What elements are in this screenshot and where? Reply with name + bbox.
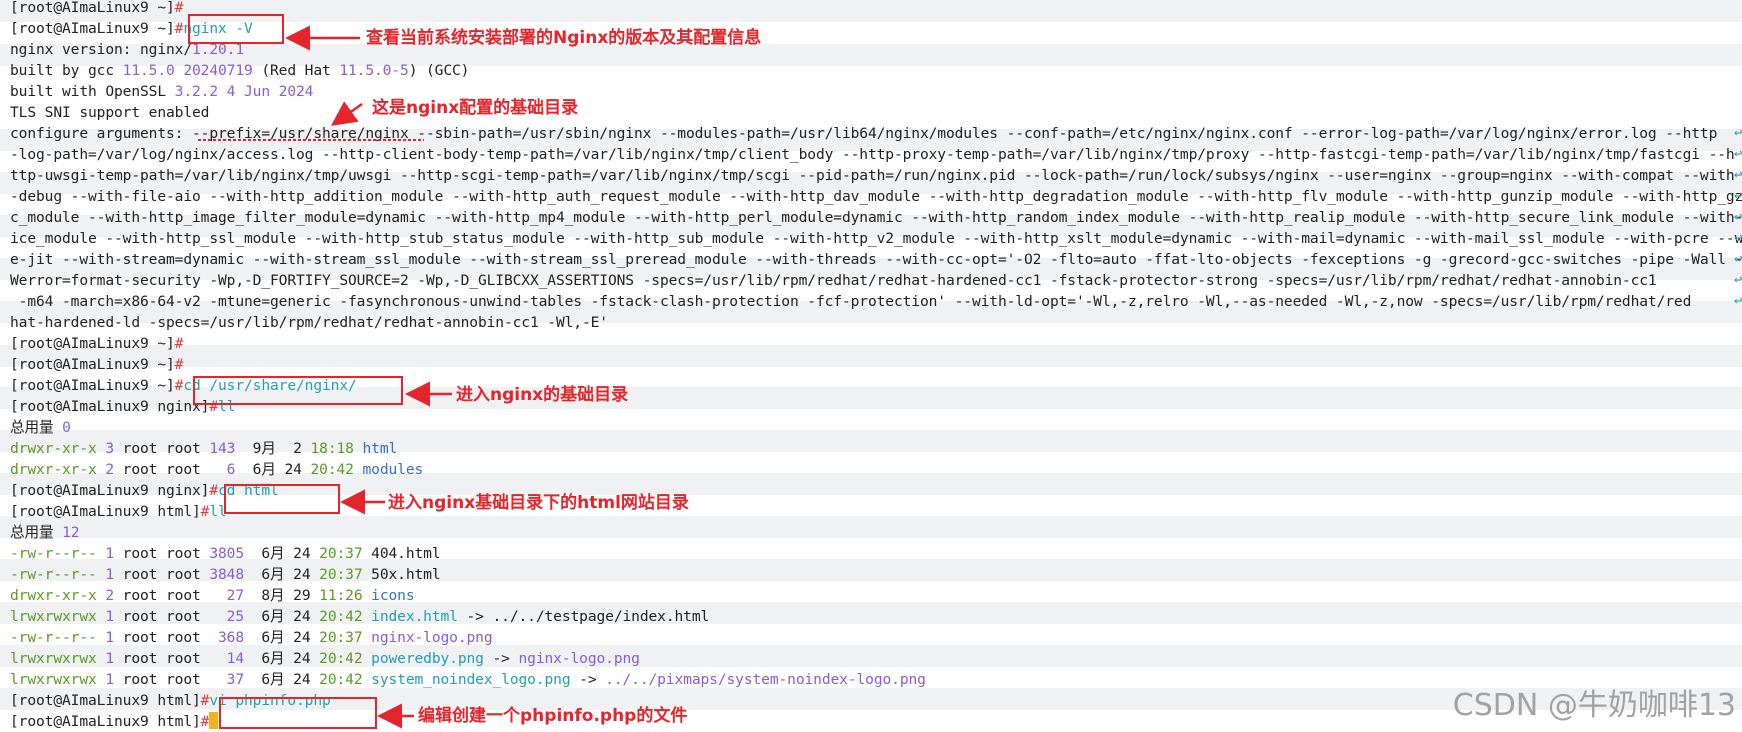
watermark-text: CSDN @牛奶咖啡13 bbox=[1452, 688, 1736, 723]
terminal-window[interactable]: [root@AImaLinux9 ~]# [root@AImaLinux9 ~]… bbox=[0, 0, 1742, 732]
annotation-vi: 编辑创建一个phpinfo.php的文件 bbox=[418, 706, 688, 726]
annotation-cd-nginx: 进入nginx的基础目录 bbox=[456, 385, 629, 405]
annotation-arrows bbox=[198, 25, 452, 729]
annotation-prefix: 这是nginx配置的基础目录 bbox=[372, 98, 579, 118]
annotation-cd-html: 进入nginx基础目录下的html网站目录 bbox=[388, 493, 689, 513]
arrow-icon bbox=[330, 101, 363, 126]
annotation-nginx-v: 查看当前系统安装部署的Nginx的版本及其配置信息 bbox=[366, 28, 762, 48]
